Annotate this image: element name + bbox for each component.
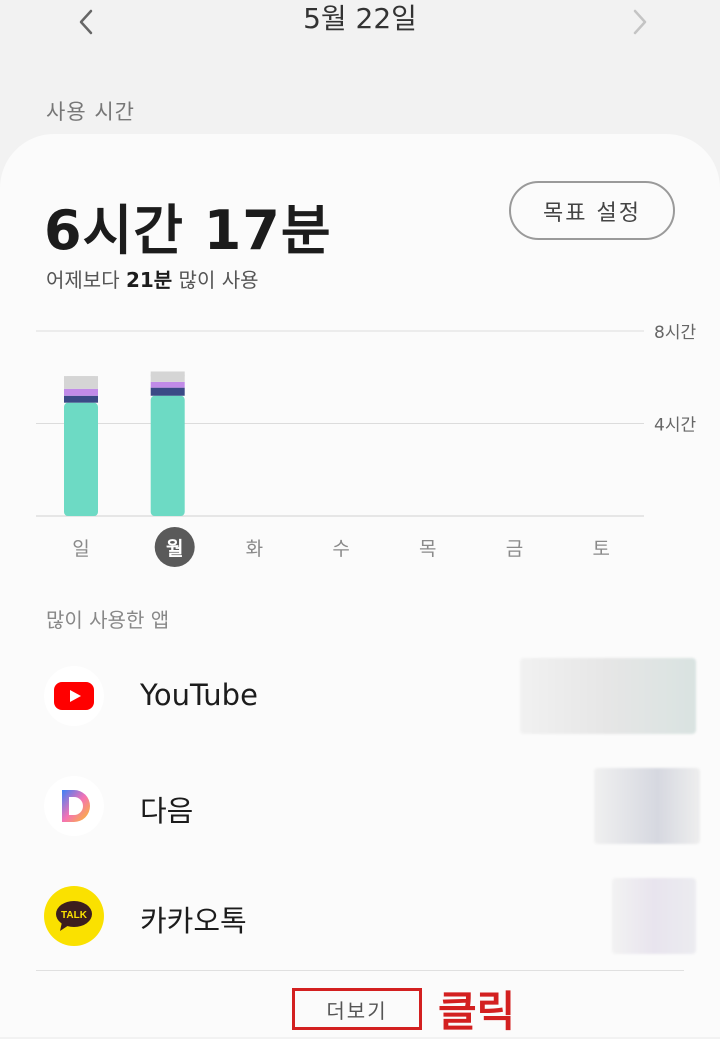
comparison-suffix: 많이 사용: [172, 268, 259, 292]
day-label[interactable]: 일: [72, 538, 89, 560]
app-name: 다음: [140, 794, 194, 828]
bar-segment: [150, 381, 185, 388]
youtube-icon: [44, 666, 104, 726]
bar-segment: [64, 388, 98, 396]
bar-cap: [64, 376, 98, 385]
comparison-prefix: 어제보다: [46, 268, 126, 292]
day-label[interactable]: 월: [166, 538, 183, 560]
list-divider: [36, 970, 684, 971]
app-usage-time-redacted: [520, 658, 696, 734]
comparison-value: 21분: [125, 268, 173, 292]
day-label[interactable]: 토: [592, 538, 609, 560]
app-row-kakaotalk[interactable]: TALK 카카오톡: [0, 866, 720, 966]
kakaotalk-icon: TALK: [44, 886, 104, 946]
app-name: 카카오톡: [140, 904, 247, 938]
usage-comparison: 어제보다 21분 많이 사용: [46, 264, 259, 293]
date-header: 5월 22일: [0, 0, 720, 50]
app-usage-time-redacted: [612, 878, 696, 954]
day-label[interactable]: 화: [246, 538, 263, 560]
top-apps-label: 많이 사용한 앱: [46, 608, 170, 632]
y-tick-label: 8시간: [654, 323, 696, 343]
usage-section-label: 사용 시간: [46, 100, 135, 124]
y-tick-label: 4시간: [654, 416, 696, 436]
chart-canvas: 8시간 4시간일 월 화 수 목 금 토: [36, 323, 696, 567]
next-day-button[interactable]: [620, 2, 660, 42]
svg-text:TALK: TALK: [61, 910, 88, 921]
click-annotation: 클릭: [438, 987, 516, 1036]
app-usage-time-redacted: [594, 768, 700, 844]
app-row-daum[interactable]: 다음: [0, 756, 720, 856]
chevron-right-icon: [633, 9, 647, 35]
day-label[interactable]: 금: [506, 538, 523, 560]
day-label[interactable]: 목: [419, 538, 436, 560]
day-label[interactable]: 수: [332, 538, 349, 560]
total-usage-time: 6시간 17분: [44, 199, 332, 262]
bar-segment: [150, 395, 185, 516]
date-title: 5월 22일: [303, 2, 417, 35]
set-goal-button[interactable]: 목표 설정: [509, 181, 675, 240]
daum-icon: [44, 776, 104, 836]
app-row-youtube[interactable]: YouTube: [0, 646, 720, 746]
weekly-usage-chart: 8시간 4시간일 월 화 수 목 금 토: [0, 310, 720, 580]
bar-segment: [64, 402, 98, 516]
more-button[interactable]: 더보기: [292, 988, 422, 1030]
bar-segment: [64, 395, 98, 403]
bar-segment: [150, 387, 185, 396]
bar-cap: [150, 371, 185, 380]
app-name: YouTube: [140, 678, 258, 712]
